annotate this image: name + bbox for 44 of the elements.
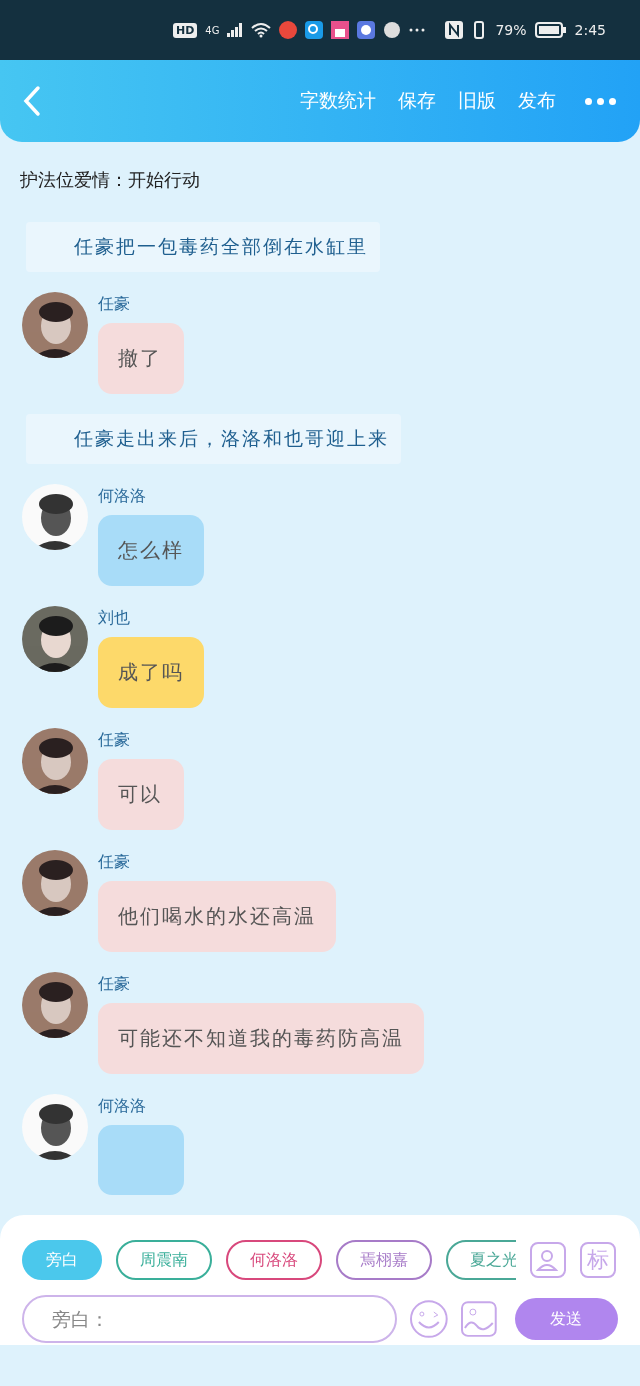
message-bubble: 他们喝水的水还高温 — [98, 881, 336, 952]
role-chip[interactable]: 周震南 — [116, 1240, 212, 1280]
app-icon — [331, 21, 350, 39]
role-chip[interactable]: 焉栩嘉 — [336, 1240, 432, 1280]
app-icon — [279, 21, 298, 39]
speaker-name: 任豪 — [98, 730, 131, 751]
narration-text: 任豪走出来后，洛洛和也哥迎上来 — [26, 414, 401, 464]
image-icon[interactable] — [461, 1301, 497, 1337]
person-icon — [535, 1247, 561, 1273]
message-bubble: 可以 — [98, 759, 184, 830]
header-action[interactable]: 字数统计 — [289, 88, 387, 114]
message-bubble: 怎么样 — [98, 515, 204, 586]
contact-card-button[interactable] — [530, 1242, 566, 1278]
send-button[interactable]: 发送 — [514, 1298, 618, 1340]
narration-text: 任豪把一包毒药全部倒在水缸里 — [26, 222, 380, 272]
role-chip[interactable]: 旁白 — [22, 1240, 102, 1280]
back-button[interactable] — [22, 85, 42, 117]
message-bubble: 撤了 — [98, 323, 184, 394]
speaker-name: 任豪 — [98, 974, 131, 995]
speaker-name: 刘也 — [98, 608, 131, 629]
network-label: 4G — [205, 24, 220, 36]
emoji-icon[interactable] — [409, 1299, 449, 1339]
message-input[interactable]: 旁白： — [22, 1295, 398, 1343]
clock: 2:45 — [574, 22, 606, 38]
speaker-name: 何洛洛 — [98, 486, 147, 507]
speaker-name: 任豪 — [98, 852, 131, 873]
tag-button[interactable]: 标 — [580, 1242, 616, 1278]
speaker-name: 任豪 — [98, 294, 131, 315]
speaker-name: 何洛洛 — [98, 1096, 147, 1117]
nfc-icon — [445, 21, 464, 39]
battery-icon — [534, 22, 567, 38]
scene-title: 护法位爱情：开始行动 — [19, 168, 201, 192]
message-bubble: 可能还不知道我的毒药防高温 — [98, 1003, 424, 1074]
role-chip[interactable]: 何洛洛 — [226, 1240, 322, 1280]
header-action[interactable]: 发布 — [507, 88, 567, 114]
header-action[interactable]: 旧版 — [447, 88, 507, 114]
signal-icon — [227, 23, 244, 37]
battery-percent: 79% — [495, 22, 527, 38]
wifi-icon — [251, 22, 272, 38]
more-icon — [409, 28, 426, 32]
message-bubble: 成了吗 — [98, 637, 204, 708]
hd-indicator: HD — [172, 22, 198, 38]
header-action[interactable]: 保存 — [387, 88, 447, 114]
search-icon — [305, 21, 324, 39]
